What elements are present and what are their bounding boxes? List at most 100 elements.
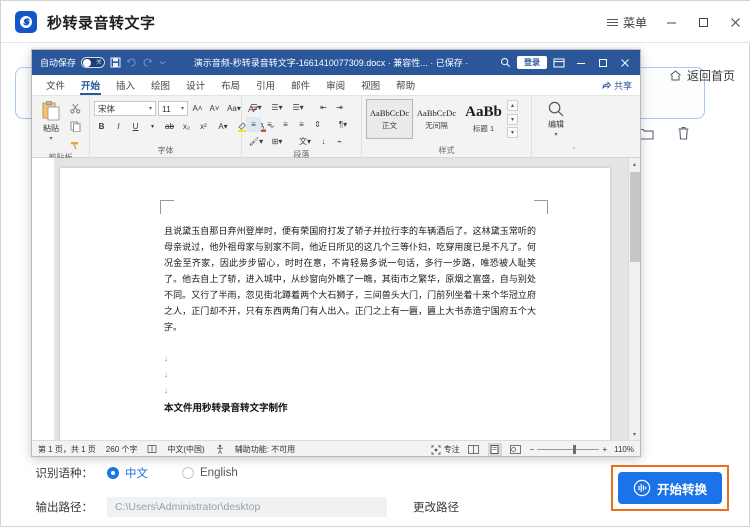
autosave-toggle[interactable]: [81, 57, 106, 68]
paste-button[interactable]: 粘贴 ▾: [36, 98, 66, 142]
document-scrollbar[interactable]: ▴ ▾: [628, 158, 640, 440]
scrollbar-thumb[interactable]: [630, 172, 640, 262]
tab-help[interactable]: 帮助: [388, 76, 423, 95]
zoom-out-button[interactable]: −: [530, 445, 535, 454]
trash-icon[interactable]: [676, 125, 691, 146]
redo-icon[interactable]: [142, 57, 153, 68]
tab-layout[interactable]: 布局: [213, 76, 248, 95]
change-case-icon[interactable]: Aa▾: [224, 101, 244, 116]
zoom-thumb[interactable]: [573, 445, 577, 454]
style-heading-1[interactable]: AaBb 标题 1: [460, 99, 507, 139]
numbering-icon[interactable]: ☰▾: [267, 100, 287, 115]
font-family-combo[interactable]: 宋体 ▾: [94, 101, 156, 116]
underline-icon[interactable]: U: [128, 119, 143, 134]
document-paragraph[interactable]: 且说黛玉自那日弃州登岸时，便有荣国府打发了轿子并拉行李的车辆酒后了。这林黛玉常听…: [164, 224, 536, 336]
chevron-down-icon[interactable]: [158, 58, 167, 67]
tab-references[interactable]: 引用: [248, 76, 283, 95]
shrink-font-icon[interactable]: A˅: [207, 101, 222, 116]
copy-icon[interactable]: [68, 119, 83, 134]
menu-button[interactable]: 菜单: [599, 10, 655, 35]
italic-icon[interactable]: I: [111, 119, 126, 134]
scissors-icon[interactable]: [68, 101, 83, 116]
align-right-icon[interactable]: ≡: [278, 117, 293, 132]
start-convert-button[interactable]: 开始转换: [618, 472, 722, 504]
editing-button[interactable]: 编辑 ▾: [539, 98, 573, 138]
font-size-combo[interactable]: 11 ▾: [158, 101, 188, 116]
scroll-down-icon[interactable]: ▾: [507, 113, 518, 125]
radio-chinese-input[interactable]: [107, 467, 119, 479]
multilevel-list-icon[interactable]: ☰▾: [288, 100, 308, 115]
ribbon-display-icon[interactable]: [549, 53, 569, 73]
scroll-up-icon[interactable]: ▴: [507, 100, 518, 111]
radio-english[interactable]: English: [182, 467, 238, 479]
tab-home[interactable]: 开始: [73, 76, 108, 95]
close-icon[interactable]: [719, 1, 750, 43]
web-layout-icon[interactable]: [509, 443, 523, 456]
save-icon[interactable]: [110, 57, 121, 68]
zoom-in-button[interactable]: +: [602, 445, 607, 454]
format-painter-icon[interactable]: [68, 137, 83, 152]
style-normal[interactable]: AaBbCcDc 正文: [366, 99, 413, 139]
accessibility-status[interactable]: 辅助功能: 不可用: [235, 444, 295, 455]
proofing-icon[interactable]: [147, 444, 157, 456]
maximize-icon[interactable]: [687, 1, 719, 43]
radio-english-input[interactable]: [182, 467, 194, 479]
justify-icon[interactable]: ≡: [294, 117, 309, 132]
zoom-track[interactable]: [537, 445, 600, 454]
print-layout-icon[interactable]: [487, 443, 502, 456]
superscript-icon[interactable]: x²: [196, 119, 211, 134]
home-link[interactable]: 返回首页: [669, 67, 735, 84]
focus-button[interactable]: 专注: [431, 444, 460, 455]
phonetic-guide-icon[interactable]: 文▾: [295, 134, 315, 149]
page-info[interactable]: 第 1 页，共 1 页: [38, 444, 96, 455]
show-marks-icon[interactable]: ¶▾: [333, 117, 353, 132]
bold-icon[interactable]: B: [94, 119, 109, 134]
sort-icon[interactable]: ↓: [316, 134, 331, 149]
tab-insert[interactable]: 插入: [108, 76, 143, 95]
zoom-slider[interactable]: − +: [530, 445, 607, 454]
restore-icon[interactable]: [593, 53, 613, 73]
output-path-input[interactable]: C:\Users\Administrator\desktop: [107, 497, 387, 517]
search-icon[interactable]: [495, 53, 515, 73]
tab-view[interactable]: 视图: [353, 76, 388, 95]
char-border-icon[interactable]: ⌁: [332, 134, 347, 149]
bullets-icon[interactable]: ☰▾: [246, 100, 266, 115]
close-icon[interactable]: [615, 53, 635, 73]
shading-icon[interactable]: 🖌▾: [246, 134, 266, 149]
styles-more-icon[interactable]: ▾: [507, 127, 518, 138]
tab-draw[interactable]: 绘图: [143, 76, 178, 95]
tab-design[interactable]: 设计: [178, 76, 213, 95]
text-effects-icon[interactable]: A▾: [213, 119, 233, 134]
change-path-button[interactable]: 更改路径: [413, 499, 459, 515]
chevron-down-icon[interactable]: ▾: [554, 131, 557, 138]
scroll-up-icon[interactable]: ▴: [629, 158, 640, 170]
radio-chinese[interactable]: 中文: [107, 465, 148, 481]
zoom-level[interactable]: 110%: [614, 445, 634, 454]
minimize-icon[interactable]: [655, 1, 687, 43]
chevron-down-icon[interactable]: ▾: [49, 135, 52, 142]
share-button[interactable]: 共享: [602, 79, 632, 92]
align-left-icon[interactable]: ≡: [246, 117, 261, 132]
read-mode-icon[interactable]: [467, 443, 481, 456]
align-center-icon[interactable]: ≡: [262, 117, 277, 132]
document-page[interactable]: 且说黛玉自那日弃州登岸时，便有荣国府打发了轿子并拉行李的车辆酒后了。这林黛玉常听…: [60, 168, 610, 440]
tab-review[interactable]: 审阅: [318, 76, 353, 95]
minimize-icon[interactable]: [571, 53, 591, 73]
word-count[interactable]: 260 个字: [106, 444, 138, 455]
subscript-icon[interactable]: x₂: [179, 119, 194, 134]
login-button[interactable]: 登录: [517, 56, 547, 69]
increase-indent-icon[interactable]: ⇥: [332, 100, 347, 115]
document-final-line[interactable]: 本文件用秒转录音转文字制作: [164, 400, 288, 414]
strikethrough-icon[interactable]: ab: [162, 119, 177, 134]
undo-icon[interactable]: [126, 57, 137, 68]
tab-file[interactable]: 文件: [38, 76, 73, 95]
borders-icon[interactable]: ⊞▾: [267, 134, 287, 149]
chevron-down-icon[interactable]: ▾: [145, 119, 160, 134]
styles-gallery-scroll[interactable]: ▴ ▾ ▾: [507, 99, 518, 139]
line-spacing-icon[interactable]: ⇕: [310, 117, 325, 132]
style-no-spacing[interactable]: AaBbCcDc 无间隔: [413, 99, 460, 139]
grow-font-icon[interactable]: A˄: [190, 101, 205, 116]
scroll-down-icon[interactable]: ▾: [629, 428, 640, 440]
decrease-indent-icon[interactable]: ⇤: [316, 100, 331, 115]
tab-mailings[interactable]: 邮件: [283, 76, 318, 95]
